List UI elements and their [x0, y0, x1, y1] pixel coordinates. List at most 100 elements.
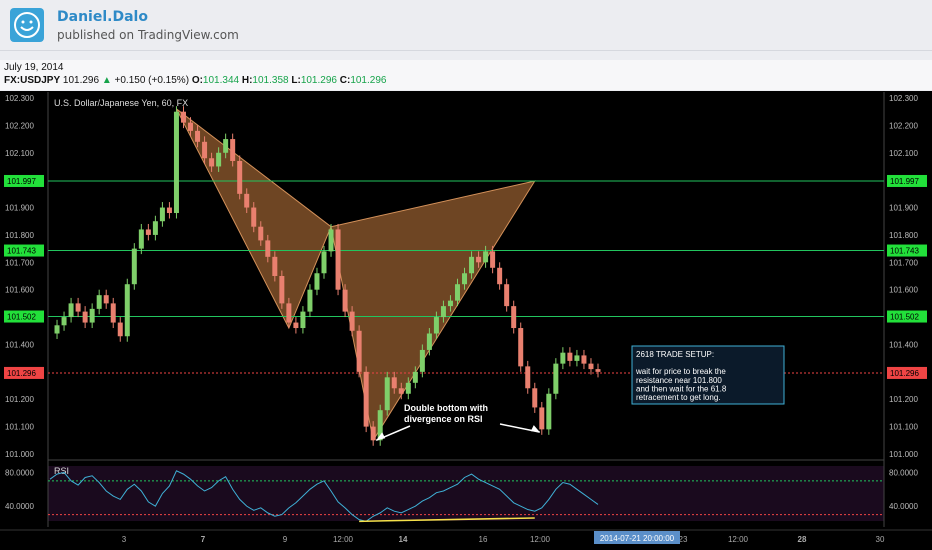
candle-body	[433, 317, 439, 334]
y-tick-left: 101.600	[5, 286, 34, 295]
candle-body	[384, 377, 390, 411]
candle-body	[342, 289, 348, 312]
candle-body	[426, 333, 432, 350]
candle-body	[497, 267, 503, 285]
candle-body	[595, 369, 601, 372]
candle-body	[244, 193, 250, 208]
rsi-tick-right: 80.0000	[889, 468, 918, 477]
y-tick-left: 102.300	[5, 94, 34, 103]
x-tick: 9	[283, 535, 288, 544]
rsi-band	[48, 466, 884, 521]
candle-body	[117, 322, 123, 337]
chart-title: U.S. Dollar/Japanese Yen, 60, FX	[54, 98, 188, 108]
x-tick: 28	[798, 535, 807, 544]
y-tick-right: 102.200	[889, 121, 918, 130]
candle-body	[209, 158, 215, 167]
candle-body	[272, 256, 278, 276]
y-tick-left: 101.200	[5, 395, 34, 404]
candle-body	[237, 160, 243, 194]
candle-body	[195, 130, 201, 142]
y-tick-right: 101.800	[889, 231, 918, 240]
candle-body	[504, 284, 510, 307]
candle-body	[567, 352, 573, 361]
time-cursor-label: 2014-07-21 20:00:00	[600, 534, 675, 543]
y-tick-right: 101.200	[889, 395, 918, 404]
candle-body	[581, 355, 587, 364]
candle-body	[539, 407, 545, 430]
candle-body	[279, 276, 285, 304]
candle-body	[560, 352, 566, 364]
candle-body	[356, 330, 362, 372]
x-tick: 30	[876, 535, 885, 544]
x-tick: 3	[122, 535, 127, 544]
y-tick-left: 101.100	[5, 423, 34, 432]
candle-body	[131, 248, 137, 285]
candle-body	[251, 207, 257, 227]
candle-body	[440, 306, 446, 318]
candle-body	[68, 303, 74, 318]
candle-body	[103, 295, 109, 304]
y-tick-left: 102.100	[5, 149, 34, 158]
x-tick: 12:00	[728, 535, 749, 544]
candle-body	[314, 273, 320, 290]
candle-body	[412, 371, 418, 383]
level-tag-right-text: 101.296	[890, 369, 919, 378]
candle-body	[321, 251, 327, 274]
y-tick-right: 101.100	[889, 423, 918, 432]
candle-body	[588, 363, 594, 370]
y-tick-left: 102.200	[5, 121, 34, 130]
candle-body	[173, 111, 179, 214]
candle-body	[188, 122, 194, 131]
candle-body	[258, 226, 264, 241]
trade-setup-text: 2618 TRADE SETUP:	[636, 350, 714, 359]
candle-body	[293, 322, 299, 329]
price-chart[interactable]: 102.300 102.300 102.200 102.200 102.100 102.1…	[0, 0, 932, 550]
candle-body	[216, 152, 222, 167]
candle-body	[124, 284, 130, 337]
rsi-tick-left: 40.0000	[5, 502, 34, 511]
candle-body	[391, 377, 397, 389]
rsi-tick-right: 40.0000	[889, 502, 918, 511]
x-tick: 14	[399, 535, 408, 544]
rsi-tick-left: 80.0000	[5, 468, 34, 477]
y-tick-left: 101.000	[5, 450, 34, 459]
candle-body	[328, 229, 334, 252]
y-tick-left: 101.800	[5, 231, 34, 240]
candle-body	[574, 355, 580, 361]
candle-body	[307, 289, 313, 312]
annotation-text: Double bottom with	[404, 403, 488, 413]
candle-body	[202, 141, 208, 159]
candle-body	[159, 207, 165, 222]
y-tick-right: 101.900	[889, 204, 918, 213]
x-tick: 12:00	[530, 535, 551, 544]
candle-body	[518, 328, 524, 367]
candle-body	[483, 251, 489, 263]
candle-body	[454, 284, 460, 301]
candle-body	[363, 371, 369, 427]
candle-body	[419, 349, 425, 372]
x-tick: 12:00	[333, 535, 354, 544]
candle-body	[349, 311, 355, 331]
candle-body	[286, 303, 292, 323]
candle-body	[166, 207, 172, 214]
trade-setup-text: retracement to get long.	[636, 393, 721, 402]
y-tick-right: 101.400	[889, 340, 918, 349]
candle-body	[511, 306, 517, 329]
candle-body	[75, 303, 81, 312]
candle-body	[532, 388, 538, 408]
level-tag-right-text: 101.743	[890, 247, 919, 256]
candle-body	[110, 303, 116, 323]
candle-body	[230, 139, 236, 161]
candle-body	[405, 382, 411, 394]
annotation-text: divergence on RSI	[404, 414, 483, 424]
candle-body	[138, 229, 144, 249]
y-tick-right: 101.700	[889, 258, 918, 267]
candle-body	[370, 426, 376, 441]
y-tick-right: 101.600	[889, 286, 918, 295]
candle-body	[152, 221, 158, 235]
candle-body	[54, 325, 60, 334]
y-tick-right: 102.100	[889, 149, 918, 158]
candle-body	[525, 366, 531, 389]
y-tick-left: 101.400	[5, 340, 34, 349]
candle-body	[398, 388, 404, 394]
